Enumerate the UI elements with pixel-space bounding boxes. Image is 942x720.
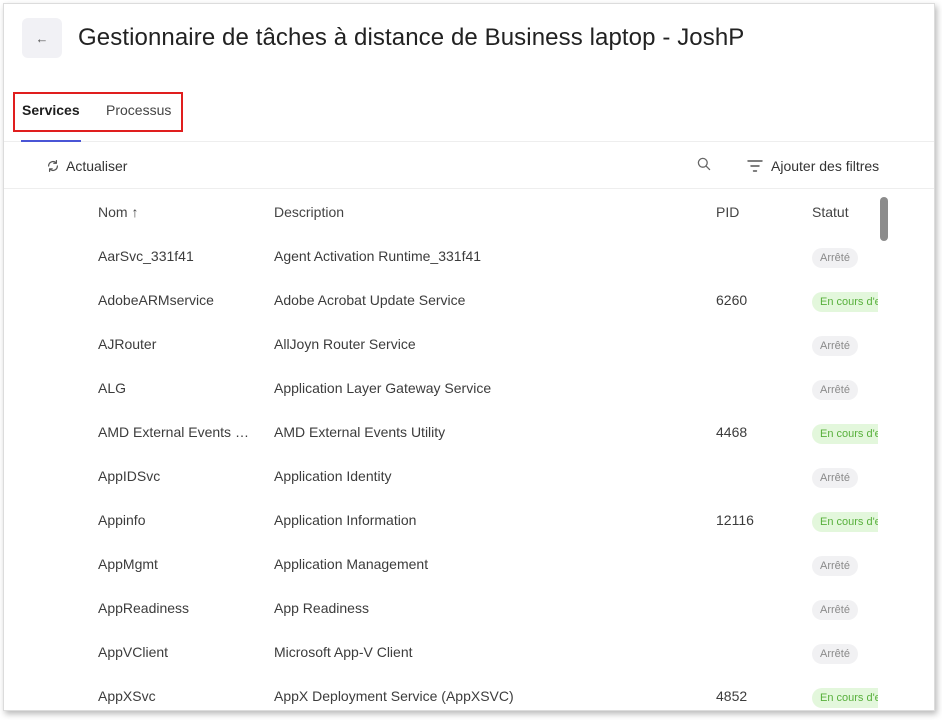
add-filters-button[interactable]: Ajouter des filtres — [747, 155, 879, 177]
status-badge: En cours d'exécution — [812, 512, 878, 532]
status-badge: Arrêté — [812, 380, 858, 400]
search-button[interactable] — [696, 156, 714, 174]
search-icon — [697, 157, 711, 171]
service-pid — [716, 234, 796, 278]
table-row[interactable]: AppReadiness App Readiness Arrêté — [4, 586, 934, 630]
service-description: Agent Activation Runtime_331f41 — [274, 248, 482, 264]
column-header-status[interactable]: Statut — [812, 190, 878, 234]
service-name: AppXSvc — [98, 688, 156, 704]
service-status: En cours d'exécution — [812, 278, 878, 322]
service-name: AppReadiness — [98, 600, 190, 616]
service-name: AarSvc_331f41 — [98, 248, 194, 264]
arrow-left-icon: ← — [35, 30, 49, 46]
services-table: Nom ↑ Description PID Statut AarSvc_331f… — [4, 190, 934, 710]
service-description: Microsoft App-V Client — [274, 644, 413, 660]
table-row[interactable]: AppVClient Microsoft App-V Client Arrêté — [4, 630, 934, 674]
service-pid — [716, 366, 796, 410]
service-description: Adobe Acrobat Update Service — [274, 292, 466, 308]
service-name: AppMgmt — [98, 556, 158, 572]
page-title: Gestionnaire de tâches à distance de Bus… — [78, 24, 745, 51]
service-description: AllJoyn Router Service — [274, 336, 416, 352]
service-description: Application Management — [274, 556, 429, 572]
add-filters-label: Ajouter des filtres — [771, 158, 880, 174]
refresh-icon — [48, 159, 58, 173]
service-pid — [716, 586, 796, 630]
service-pid — [716, 454, 796, 498]
service-description: Application Layer Gateway Service — [274, 380, 492, 396]
service-status: En cours d'exécution — [812, 674, 878, 710]
table-row[interactable]: AppXSvc AppX Deployment Service (AppXSVC)… — [4, 674, 934, 710]
table-row[interactable]: AJRouter AllJoyn Router Service Arrêté — [4, 322, 934, 366]
back-button[interactable]: ← — [22, 18, 62, 58]
service-status: En cours d'exécution — [812, 410, 878, 454]
service-pid: 6260 — [716, 292, 748, 308]
column-header-pid[interactable]: PID — [716, 190, 796, 234]
status-badge: Arrêté — [812, 644, 858, 664]
service-name: AppVClient — [98, 644, 169, 660]
tabs-highlight-annotation — [13, 92, 183, 132]
service-name: AMD External Events Utility — [98, 424, 258, 440]
table-row[interactable]: AdobeARMservice Adobe Acrobat Update Serv… — [4, 278, 934, 322]
table-body: AarSvc_331f41 Agent Activation Runtime_33… — [4, 234, 934, 710]
status-badge: Arrêté — [812, 336, 858, 356]
service-description: AppX Deployment Service (AppXSVC) — [274, 688, 514, 704]
service-name: AppIDSvc — [98, 468, 161, 484]
table-row[interactable]: AarSvc_331f41 Agent Activation Runtime_33… — [4, 234, 934, 278]
service-description: Application Information — [274, 512, 417, 528]
service-status: Arrêté — [812, 630, 878, 674]
service-description: AMD External Events Utility — [274, 424, 446, 440]
status-badge: Arrêté — [812, 556, 858, 576]
table-row[interactable]: AppMgmt Application Management Arrêté — [4, 542, 934, 586]
service-name: ALG — [98, 380, 127, 396]
service-status: Arrêté — [812, 234, 878, 278]
service-description: App Readiness — [274, 600, 369, 616]
service-status: Arrêté — [812, 542, 878, 586]
service-status: Arrêté — [812, 586, 878, 630]
service-pid: 12116 — [716, 512, 754, 528]
table-row[interactable]: AppIDSvc Application Identity Arrêté — [4, 454, 934, 498]
service-name: AdobeARMservice — [98, 292, 214, 308]
service-status: Arrêté — [812, 366, 878, 410]
service-description: Application Identity — [274, 468, 392, 484]
active-tab-indicator — [21, 140, 81, 142]
toolbar: Actualiser Ajouter des filtres — [4, 143, 934, 189]
column-header-description[interactable]: Description — [274, 190, 694, 234]
service-status: En cours d'exécution — [812, 498, 878, 542]
status-badge: Arrêté — [812, 248, 858, 268]
service-status: Arrêté — [812, 322, 878, 366]
table-row[interactable]: Appinfo Application Information 12116 En co… — [4, 498, 934, 542]
status-badge: Arrêté — [812, 600, 858, 620]
service-status: Arrêté — [812, 454, 878, 498]
service-pid — [716, 542, 796, 586]
status-badge: Arrêté — [812, 468, 858, 488]
status-badge: En cours d'exécution — [812, 688, 878, 708]
service-pid: 4468 — [716, 424, 748, 440]
service-pid — [716, 322, 796, 366]
task-manager-window: ← Gestionnaire de tâches à distance de B… — [3, 3, 935, 711]
status-badge: En cours d'exécution — [812, 292, 878, 312]
vertical-scrollbar-thumb[interactable] — [880, 197, 888, 241]
service-pid: 4852 — [716, 688, 748, 704]
table-row[interactable]: AMD External Events Utility AMD External … — [4, 410, 934, 454]
filter-icon — [747, 160, 763, 172]
column-header-name[interactable]: Nom ↑ — [98, 190, 258, 234]
service-name: AJRouter — [98, 336, 157, 352]
table-header-row: Nom ↑ Description PID Statut — [4, 190, 934, 234]
service-pid — [716, 630, 796, 674]
status-badge: En cours d'exécution — [812, 424, 878, 444]
table-row[interactable]: ALG Application Layer Gateway Service Arrê… — [4, 366, 934, 410]
refresh-button[interactable]: Actualiser — [46, 155, 127, 177]
service-name: Appinfo — [98, 512, 146, 528]
refresh-label: Actualiser — [66, 158, 128, 174]
